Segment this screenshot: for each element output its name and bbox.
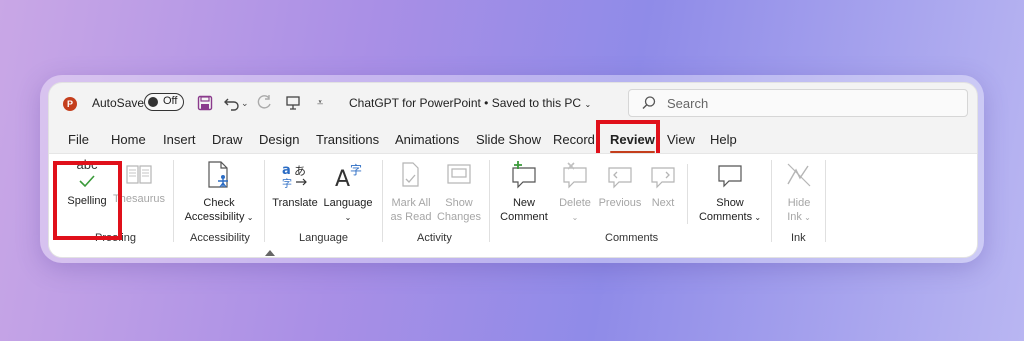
undo-dropdown-chevron-icon[interactable]: ⌄ bbox=[241, 93, 249, 113]
show-comments-line1: Show bbox=[716, 197, 744, 209]
show-comments-button[interactable]: Show Comments ⌄ bbox=[693, 160, 767, 225]
tab-insert[interactable]: Insert bbox=[163, 132, 196, 147]
next-label: Next bbox=[651, 197, 675, 209]
powerpoint-logo-icon: P bbox=[63, 97, 77, 111]
group-label-accessibility: Accessibility bbox=[190, 232, 250, 244]
mark-all-as-read-button[interactable]: Mark All as Read bbox=[387, 160, 435, 224]
powerpoint-window: P AutoSave Off ⌄ ⩡ ChatGPT for PowerPoin… bbox=[48, 82, 978, 258]
group-separator bbox=[771, 160, 772, 242]
tab-design[interactable]: Design bbox=[259, 132, 299, 147]
delete-comment-icon bbox=[553, 160, 597, 194]
tab-animations[interactable]: Animations bbox=[395, 132, 459, 147]
new-comment-button[interactable]: New Comment bbox=[495, 160, 553, 224]
mark-read-document-icon bbox=[387, 160, 435, 194]
chevron-down-icon: ⌄ bbox=[571, 213, 579, 222]
translate-button[interactable]: aあ字 Translate bbox=[271, 160, 319, 210]
present-from-start-icon[interactable] bbox=[285, 93, 301, 113]
autosave-toggle[interactable]: Off bbox=[144, 93, 184, 111]
next-comment-button[interactable]: Next bbox=[645, 160, 681, 210]
tab-home[interactable]: Home bbox=[111, 132, 146, 147]
language-icon: A字 bbox=[321, 160, 375, 194]
previous-comment-icon bbox=[597, 160, 643, 194]
group-label-comments: Comments bbox=[605, 232, 659, 244]
title-bar: P AutoSave Off ⌄ ⩡ ChatGPT for PowerPoin… bbox=[49, 83, 977, 123]
tab-transitions[interactable]: Transitions bbox=[316, 132, 379, 147]
group-separator bbox=[825, 160, 826, 242]
translate-label: Translate bbox=[272, 197, 318, 209]
delete-comment-button[interactable]: Delete ⌄ bbox=[553, 160, 597, 225]
delete-label: Delete bbox=[559, 197, 591, 209]
language-button[interactable]: A字 Language ⌄ bbox=[321, 160, 375, 225]
new-comment-line2: Comment bbox=[500, 211, 548, 223]
tab-file[interactable]: File bbox=[68, 132, 89, 147]
new-comment-icon bbox=[495, 160, 553, 194]
svg-text:字: 字 bbox=[282, 177, 292, 190]
show-comments-icon bbox=[693, 160, 767, 194]
check-accessibility-line2: Accessibility bbox=[184, 211, 245, 223]
undo-icon[interactable] bbox=[223, 93, 241, 113]
tab-help[interactable]: Help bbox=[710, 132, 737, 147]
ribbon-tabs: File Home Insert Draw Design Transitions… bbox=[49, 127, 977, 153]
show-changes-icon bbox=[435, 160, 483, 194]
group-label-ink: Ink bbox=[791, 232, 806, 244]
review-ribbon: abc Spelling Thesaurus Proofing Check Ac… bbox=[49, 153, 977, 257]
hide-ink-line1: Hide bbox=[787, 197, 811, 209]
check-accessibility-line1: Check bbox=[203, 197, 235, 209]
group-separator bbox=[173, 160, 174, 242]
tab-record[interactable]: Record bbox=[553, 132, 595, 147]
show-changes-button[interactable]: Show Changes bbox=[435, 160, 483, 224]
svg-text:あ: あ bbox=[294, 164, 306, 178]
collapse-ribbon-handle-icon[interactable] bbox=[265, 250, 275, 256]
language-label: Language bbox=[323, 197, 373, 209]
check-accessibility-button[interactable]: Check Accessibility ⌄ bbox=[179, 160, 259, 225]
redo-icon[interactable] bbox=[257, 93, 273, 113]
search-icon bbox=[641, 95, 657, 116]
autosave-toggle-state: Off bbox=[163, 95, 178, 107]
svg-text:字: 字 bbox=[350, 162, 362, 177]
group-label-language: Language bbox=[299, 232, 348, 244]
accessibility-document-icon bbox=[179, 160, 259, 194]
chevron-down-icon: ⌄ bbox=[584, 100, 592, 109]
previous-comment-button[interactable]: Previous bbox=[597, 160, 643, 210]
search-placeholder: Search bbox=[667, 96, 709, 111]
mark-all-line2: as Read bbox=[390, 211, 432, 223]
group-separator bbox=[264, 160, 265, 242]
group-separator bbox=[489, 160, 490, 242]
chevron-down-icon: ⌄ bbox=[344, 213, 352, 222]
chevron-down-icon: ⌄ bbox=[801, 213, 811, 222]
next-comment-icon bbox=[645, 160, 681, 194]
hide-ink-line2: Ink bbox=[787, 211, 802, 223]
new-comment-line1: New bbox=[512, 197, 535, 209]
save-icon[interactable] bbox=[197, 93, 213, 113]
tab-slide-show[interactable]: Slide Show bbox=[476, 132, 541, 147]
chevron-down-icon: ⌄ bbox=[752, 213, 762, 222]
tab-view[interactable]: View bbox=[667, 132, 695, 147]
autosave-label: AutoSave bbox=[92, 96, 145, 110]
spelling-button-highlight bbox=[53, 161, 122, 240]
svg-text:A: A bbox=[335, 167, 350, 190]
document-title[interactable]: ChatGPT for PowerPoint • Saved to this P… bbox=[349, 96, 591, 110]
chevron-down-icon: ⌄ bbox=[244, 213, 254, 222]
group-inner-separator bbox=[687, 164, 688, 224]
previous-label: Previous bbox=[598, 197, 642, 209]
hide-ink-button[interactable]: Hide Ink ⌄ bbox=[777, 160, 821, 225]
mark-all-line1: Mark All bbox=[391, 197, 431, 209]
customize-toolbar-icon[interactable]: ⩡ bbox=[317, 93, 323, 113]
translate-icon: aあ字 bbox=[271, 160, 319, 194]
show-changes-line1: Show bbox=[445, 197, 473, 209]
group-separator bbox=[382, 160, 383, 242]
hide-ink-icon bbox=[777, 160, 821, 194]
group-label-activity: Activity bbox=[417, 232, 452, 244]
svg-text:a: a bbox=[282, 163, 291, 178]
toggle-knob bbox=[148, 97, 158, 107]
document-title-text: ChatGPT for PowerPoint • Saved to this P… bbox=[349, 96, 582, 110]
show-comments-line2: Comments bbox=[698, 211, 753, 223]
show-changes-line2: Changes bbox=[436, 211, 482, 223]
tab-draw[interactable]: Draw bbox=[212, 132, 242, 147]
search-box[interactable]: Search bbox=[628, 89, 968, 117]
